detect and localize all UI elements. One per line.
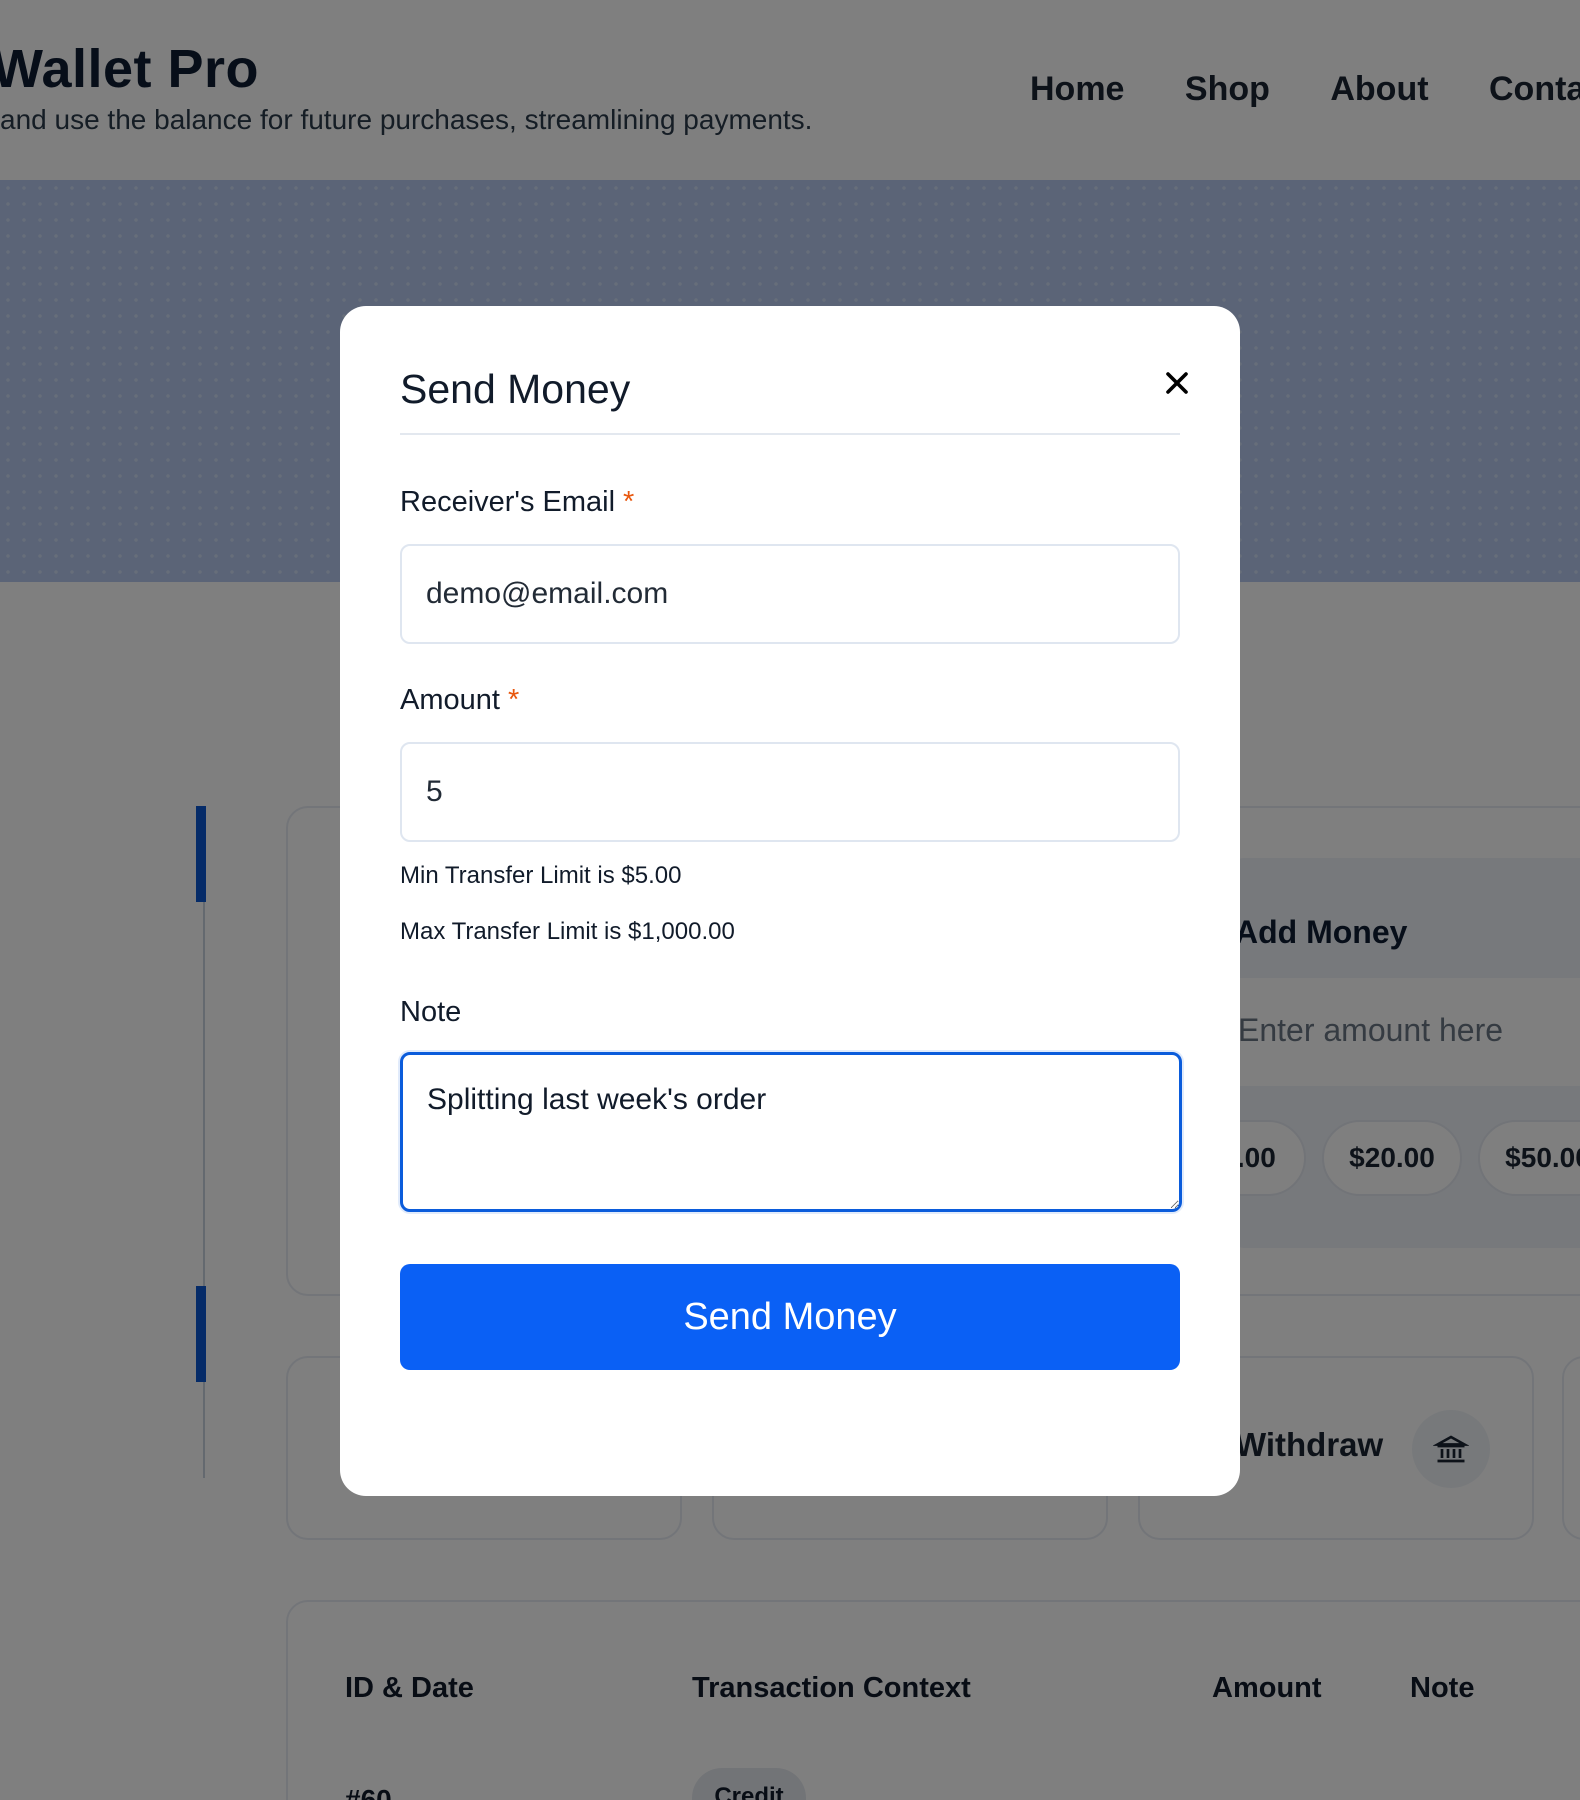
note-textarea[interactable]: Splitting last week's order (400, 1052, 1182, 1212)
receiver-email-input[interactable] (400, 544, 1180, 644)
amount-label-text: Amount (400, 684, 500, 716)
send-money-modal: Send Money Receiver's Email* Amount* Min… (340, 306, 1240, 1496)
modal-divider (400, 433, 1180, 435)
email-label-text: Receiver's Email (400, 486, 616, 518)
max-limit-text: Max Transfer Limit is $1,000.00 (400, 918, 735, 945)
required-mark: * (623, 486, 635, 518)
close-button[interactable] (1152, 358, 1202, 408)
modal-title: Send Money (400, 366, 631, 412)
min-limit-text: Min Transfer Limit is $5.00 (400, 862, 682, 889)
wallet-page: Wallet Pro and use the balance for futur… (0, 0, 1580, 1800)
send-money-button[interactable]: Send Money (400, 1264, 1180, 1370)
amount-input[interactable] (400, 742, 1180, 842)
note-label: Note (400, 996, 462, 1028)
amount-label: Amount * (400, 684, 519, 717)
required-mark: * (507, 684, 520, 716)
email-label: Receiver's Email * (400, 486, 634, 519)
close-icon (1166, 372, 1188, 394)
